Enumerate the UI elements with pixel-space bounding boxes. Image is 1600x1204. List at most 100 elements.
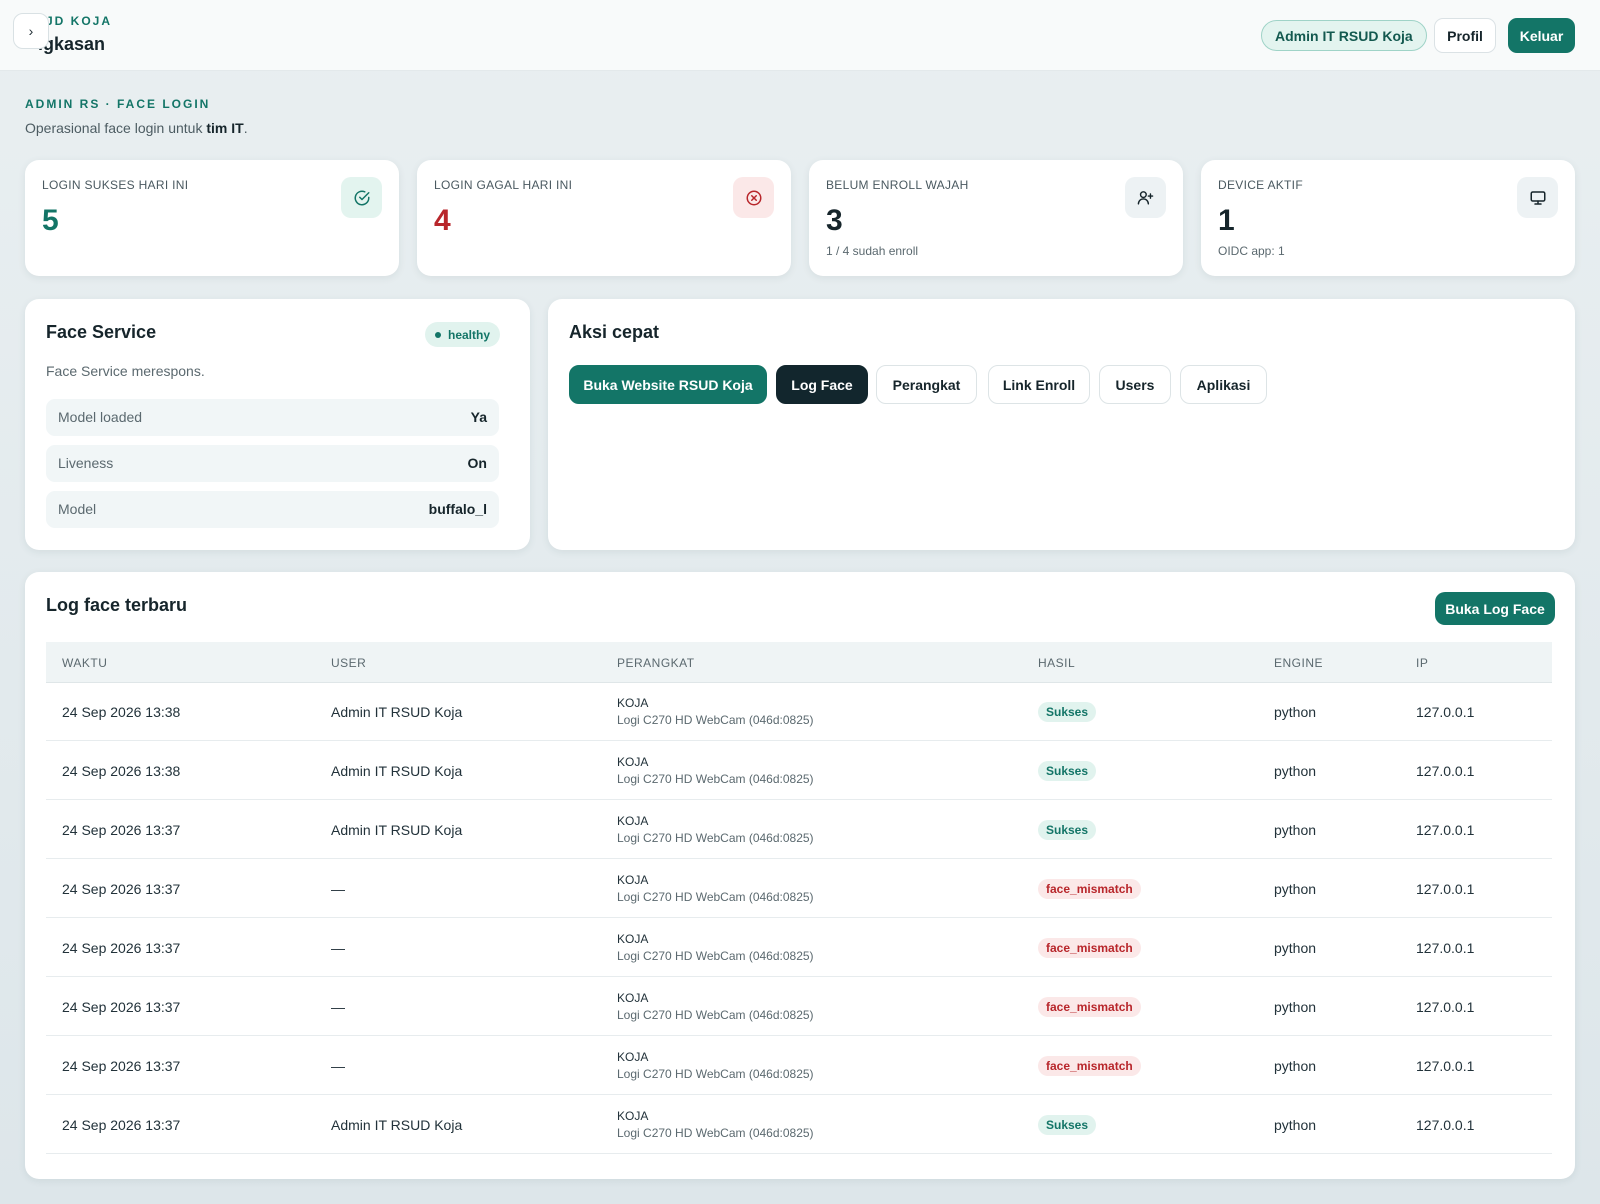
user-cell: Admin IT RSUD Koja <box>331 704 463 720</box>
stat-card: LOGIN SUKSES HARI INI 5 <box>25 160 399 276</box>
subtitle-end: . <box>243 120 248 136</box>
row-value: Ya <box>470 409 487 425</box>
stat-card: DEVICE AKTIF 1 OIDC app: 1 <box>1201 160 1575 276</box>
ip-cell: 127.0.0.1 <box>1416 881 1475 897</box>
device-name: KOJA <box>617 991 649 1005</box>
face-service-row: Model loaded Ya <box>46 399 499 436</box>
stat-label: DEVICE AKTIF <box>1218 178 1303 192</box>
result-badge: Sukses <box>1038 820 1097 840</box>
result-badge: Sukses <box>1038 761 1097 781</box>
stat-label: LOGIN SUKSES HARI INI <box>42 178 189 192</box>
device-detail: Logi C270 HD WebCam (046d:0825) <box>617 772 814 786</box>
row-key: Model loaded <box>58 409 143 425</box>
current-user-chip: Admin IT RSUD Koja <box>1261 20 1427 51</box>
time-cell: 24 Sep 2026 13:37 <box>62 1058 181 1074</box>
device-name: KOJA <box>617 814 649 828</box>
table-row[interactable]: 24 Sep 2026 13:37 — KOJA Logi C270 HD We… <box>46 860 1552 918</box>
table-row[interactable]: 24 Sep 2026 13:38 Admin IT RSUD Koja KOJ… <box>46 742 1552 800</box>
device-detail: Logi C270 HD WebCam (046d:0825) <box>617 1126 814 1140</box>
open-website-button[interactable]: Buka Website RSUD Koja <box>569 365 767 404</box>
engine-cell: python <box>1274 999 1317 1015</box>
face-log-button[interactable]: Log Face <box>776 365 868 404</box>
x-circle-icon <box>733 177 774 218</box>
column-header: WAKTU <box>62 656 108 670</box>
device-name: KOJA <box>617 932 649 946</box>
stat-card: BELUM ENROLL WAJAH 3 1 / 4 sudah enroll <box>809 160 1183 276</box>
open-face-log-button[interactable]: Buka Log Face <box>1435 592 1555 625</box>
device-detail: Logi C270 HD WebCam (046d:0825) <box>617 1067 814 1081</box>
enroll-link-button[interactable]: Link Enroll <box>988 365 1090 404</box>
device-detail: Logi C270 HD WebCam (046d:0825) <box>617 890 814 904</box>
user-cell: Admin IT RSUD Koja <box>331 763 463 779</box>
face-service-row: Model buffalo_l <box>46 491 499 528</box>
ip-cell: 127.0.0.1 <box>1416 1117 1475 1133</box>
table-row[interactable]: 24 Sep 2026 13:37 Admin IT RSUD Koja KOJ… <box>46 801 1552 859</box>
health-status-badge: healthy <box>425 322 501 347</box>
row-value: On <box>467 455 487 471</box>
engine-cell: python <box>1274 763 1317 779</box>
check-circle-icon <box>341 177 382 218</box>
stat-value: 5 <box>42 204 59 237</box>
device-detail: Logi C270 HD WebCam (046d:0825) <box>617 1008 814 1022</box>
table-row[interactable]: 24 Sep 2026 13:38 Admin IT RSUD Koja KOJ… <box>46 683 1552 741</box>
quick-actions-title: Aksi cepat <box>569 322 660 342</box>
user-cell: Admin IT RSUD Koja <box>331 1117 463 1133</box>
health-status-text: healthy <box>448 327 491 342</box>
logout-button[interactable]: Keluar <box>1508 18 1575 53</box>
ip-cell: 127.0.0.1 <box>1416 763 1475 779</box>
user-cell: — <box>331 940 345 956</box>
result-badge: face_mismatch <box>1038 1056 1141 1076</box>
status-dot-icon <box>435 331 441 338</box>
users-button[interactable]: Users <box>1099 365 1171 404</box>
devices-button[interactable]: Perangkat <box>876 365 977 404</box>
engine-cell: python <box>1274 1117 1317 1133</box>
applications-button[interactable]: Aplikasi <box>1180 365 1267 404</box>
stat-card: LOGIN GAGAL HARI INI 4 <box>417 160 791 276</box>
ip-cell: 127.0.0.1 <box>1416 999 1475 1015</box>
table-row[interactable]: 24 Sep 2026 13:37 Admin IT RSUD Koja KOJ… <box>46 1096 1552 1154</box>
device-detail: Logi C270 HD WebCam (046d:0825) <box>617 949 814 963</box>
face-service-description: Face Service merespons. <box>46 363 205 379</box>
table-row[interactable]: 24 Sep 2026 13:37 — KOJA Logi C270 HD We… <box>46 1037 1552 1095</box>
section-subtitle: Operasional face login untuk tim IT. <box>25 120 248 136</box>
time-cell: 24 Sep 2026 13:37 <box>62 822 181 838</box>
device-detail: Logi C270 HD WebCam (046d:0825) <box>617 831 814 845</box>
engine-cell: python <box>1274 1058 1317 1074</box>
stat-value: 4 <box>434 204 451 237</box>
engine-cell: python <box>1274 822 1317 838</box>
quick-actions-card: Aksi cepat Buka Website RSUD Koja Log Fac… <box>548 299 1575 550</box>
device-name: KOJA <box>617 1109 649 1123</box>
face-service-row: Liveness On <box>46 445 499 482</box>
face-log-card: Log face terbaru Buka Log Face WAKTU USER… <box>25 572 1575 1179</box>
device-name: KOJA <box>617 755 649 769</box>
ip-cell: 127.0.0.1 <box>1416 704 1475 720</box>
sidebar-toggle-button[interactable]: › <box>13 13 49 49</box>
time-cell: 24 Sep 2026 13:38 <box>62 763 181 779</box>
time-cell: 24 Sep 2026 13:38 <box>62 704 181 720</box>
result-badge: face_mismatch <box>1038 879 1141 899</box>
result-badge: Sukses <box>1038 702 1097 722</box>
face-log-title: Log face terbaru <box>46 595 188 615</box>
device-name: KOJA <box>617 873 649 887</box>
monitor-icon <box>1517 177 1558 218</box>
column-header: USER <box>331 656 367 670</box>
subtitle-emphasis: tim IT <box>206 120 244 136</box>
top-bar: › JD KOJA ıgkasan Admin IT RSUD Koja Pro… <box>0 0 1600 71</box>
column-header: HASIL <box>1038 656 1076 670</box>
stat-subtext: OIDC app: 1 <box>1218 244 1285 258</box>
user-cell: — <box>331 1058 345 1074</box>
stat-label: BELUM ENROLL WAJAH <box>826 178 969 192</box>
table-row[interactable]: 24 Sep 2026 13:37 — KOJA Logi C270 HD We… <box>46 919 1552 977</box>
stat-label: LOGIN GAGAL HARI INI <box>434 178 573 192</box>
time-cell: 24 Sep 2026 13:37 <box>62 999 181 1015</box>
face-service-card: Face Service healthy Face Service meresp… <box>25 299 530 550</box>
row-key: Model <box>58 501 97 517</box>
profile-button[interactable]: Profil <box>1434 18 1496 53</box>
ip-cell: 127.0.0.1 <box>1416 822 1475 838</box>
column-header: PERANGKAT <box>617 656 695 670</box>
ip-cell: 127.0.0.1 <box>1416 940 1475 956</box>
subtitle-text: Operasional face login untuk <box>25 120 207 136</box>
stat-value: 3 <box>826 204 843 237</box>
section-eyebrow: ADMIN RS · FACE LOGIN <box>25 97 211 111</box>
table-row[interactable]: 24 Sep 2026 13:37 — KOJA Logi C270 HD We… <box>46 978 1552 1036</box>
